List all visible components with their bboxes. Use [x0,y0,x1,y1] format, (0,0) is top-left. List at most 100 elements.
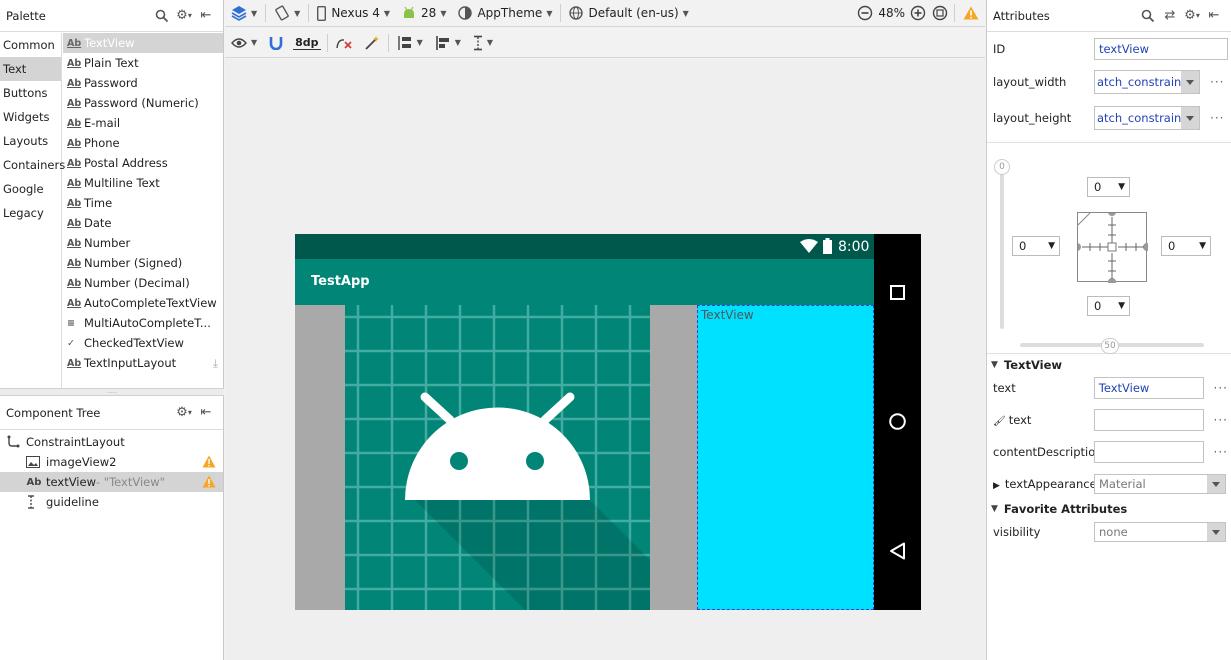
more-icon[interactable]: ··· [1214,445,1228,459]
widget-item[interactable]: Ab Number [63,233,223,253]
warning-icon[interactable] [202,455,216,468]
margin-bottom-field[interactable]: 0 ▼ [1087,296,1130,316]
search-icon[interactable] [151,6,173,26]
device-selector[interactable]: Nexus 4 ▼ [311,0,396,26]
widget-label: Number [84,236,131,250]
chevron-down-icon: ▼ [991,360,998,370]
margin-right-field[interactable]: 0 ▼ [1161,236,1211,256]
tree-item-textview[interactable]: Ab textView - "TextView" [0,472,223,492]
layout-width-select[interactable]: atch_constraint [1094,70,1200,94]
widget-item[interactable]: Ab Number (Decimal) [63,273,223,293]
tree-item-imageview2[interactable]: imageView2 [0,452,223,472]
locale-name: Default (en-us) [588,6,679,20]
tree-item-constraintlayout[interactable]: ConstraintLayout [0,432,223,452]
search-icon[interactable] [1137,6,1159,26]
category-containers[interactable]: Containers [0,153,65,177]
textview-icon: Ab [67,257,82,269]
category-layouts[interactable]: Layouts [0,129,61,153]
imageview2[interactable] [295,305,697,610]
view-options-button[interactable]: ▼ [225,28,263,57]
widget-item[interactable]: Ab Time [63,193,223,213]
warning-icon[interactable] [202,475,216,488]
pack-icon [397,35,413,51]
margin-top-field[interactable]: 0 ▼ [1087,177,1130,197]
textview-preview-text: TextView [701,308,754,322]
widget-item[interactable]: Ab Password [63,73,223,93]
chevron-right-icon[interactable]: ▶ [993,481,1000,491]
category-text[interactable]: Text [0,57,61,81]
widget-label: TextInputLayout [84,356,177,370]
guidelines-button[interactable]: ▼ [467,28,499,57]
category-google[interactable]: Google [0,177,61,201]
autoconnect-button[interactable] [263,28,289,57]
widget-item[interactable]: Ab Date [63,213,223,233]
widget-item[interactable]: Ab Phone [63,133,223,153]
category-widgets[interactable]: Widgets [0,105,61,129]
widget-item[interactable]: Ab Postal Address [63,153,223,173]
more-icon[interactable]: ··· [1210,111,1224,125]
status-time: 8:00 [838,239,870,255]
widget-item[interactable]: Ab Multiline Text [63,173,223,193]
api-selector[interactable]: 28 ▼ [396,0,452,26]
hide-panel-icon[interactable]: ⇤ [195,6,217,26]
category-common[interactable]: Common [0,33,61,57]
swap-view-icon[interactable]: ⇄ [1159,6,1181,26]
align-button[interactable]: ▼ [429,28,467,57]
layout-height-select[interactable]: atch_constraint [1094,106,1200,130]
default-margin-button[interactable]: 8dp [289,28,324,57]
widget-item[interactable]: Ab Password (Numeric) [63,93,223,113]
widget-item[interactable]: Ab Number (Signed) [63,253,223,273]
widget-item[interactable]: Ab AutoCompleteTextView [63,293,223,313]
widget-item[interactable]: ✓ CheckedTextView [63,333,223,353]
widget-item[interactable]: ≡ MultiAutoCompleteT... [63,313,223,333]
hide-panel-icon[interactable]: ⇤ [1203,6,1225,26]
gear-icon[interactable]: ⚙ ▾ [173,403,195,423]
gear-icon[interactable]: ⚙ ▾ [173,6,195,26]
zoom-fit-button[interactable] [928,0,952,26]
status-bar: 8:00 [295,234,874,259]
hide-panel-icon[interactable]: ⇤ [195,403,217,423]
text-field[interactable]: TextView [1093,377,1204,399]
text-appearance-select[interactable]: Material [1094,474,1226,494]
vertical-bias-slider[interactable] [1000,161,1004,329]
gear-icon[interactable]: ⚙ ▾ [1181,6,1203,26]
widget-label: Password (Numeric) [84,96,199,110]
panel-splitter[interactable]: ..... [0,388,224,396]
locale-selector[interactable]: Default (en-us) ▼ [563,0,694,26]
theme-selector[interactable]: AppTheme ▼ [452,0,558,26]
zoom-out-button[interactable] [855,0,875,26]
widget-item[interactable]: Ab E-mail [63,113,223,133]
category-legacy[interactable]: Legacy [0,201,61,225]
vertical-bias-value[interactable]: 0 [994,159,1010,175]
download-icon[interactable]: ⤓ [213,356,218,371]
more-icon[interactable]: ··· [1214,413,1228,427]
more-icon[interactable]: ··· [1210,75,1224,89]
zoom-in-button[interactable] [908,0,928,26]
margin-left-field[interactable]: 0 ▼ [1012,236,1060,256]
content-description-field[interactable] [1093,441,1204,463]
widget-item[interactable]: Ab Plain Text [63,53,223,73]
visibility-select[interactable]: none [1094,522,1226,542]
section-textview[interactable]: ▼ TextView [991,355,1226,375]
id-field[interactable]: textView [1094,38,1228,60]
infer-constraints-button[interactable] [358,28,386,57]
palette-header: Palette ⚙ ▾ ⇤ [0,0,223,32]
widget-item[interactable]: Ab TextView [63,33,223,53]
attr-label: ▶ textAppearance [993,477,1094,491]
section-favorite-attributes[interactable]: ▼ Favorite Attributes [991,499,1226,519]
category-buttons[interactable]: Buttons [0,81,61,105]
more-icon[interactable]: ··· [1214,381,1228,395]
tools-text-field[interactable] [1093,409,1204,431]
chevron-down-icon: ▼ [1118,301,1125,311]
layers-button[interactable]: ▼ [225,0,263,26]
widget-item[interactable]: Ab TextInputLayout ⤓ [63,353,223,373]
orientation-button[interactable]: ▼ [268,0,306,26]
warnings-button[interactable] [957,0,985,26]
horizontal-bias-value[interactable]: 50 [1101,338,1119,354]
tree-item-guideline[interactable]: guideline [0,492,223,512]
warning-icon [963,6,979,20]
layout-toolbar: ▼ 8dp ▼ ▼ ▼ [225,28,985,58]
textview-preview[interactable]: TextView [697,305,874,610]
pack-button[interactable]: ▼ [391,28,429,57]
clear-constraints-button[interactable] [330,28,358,57]
